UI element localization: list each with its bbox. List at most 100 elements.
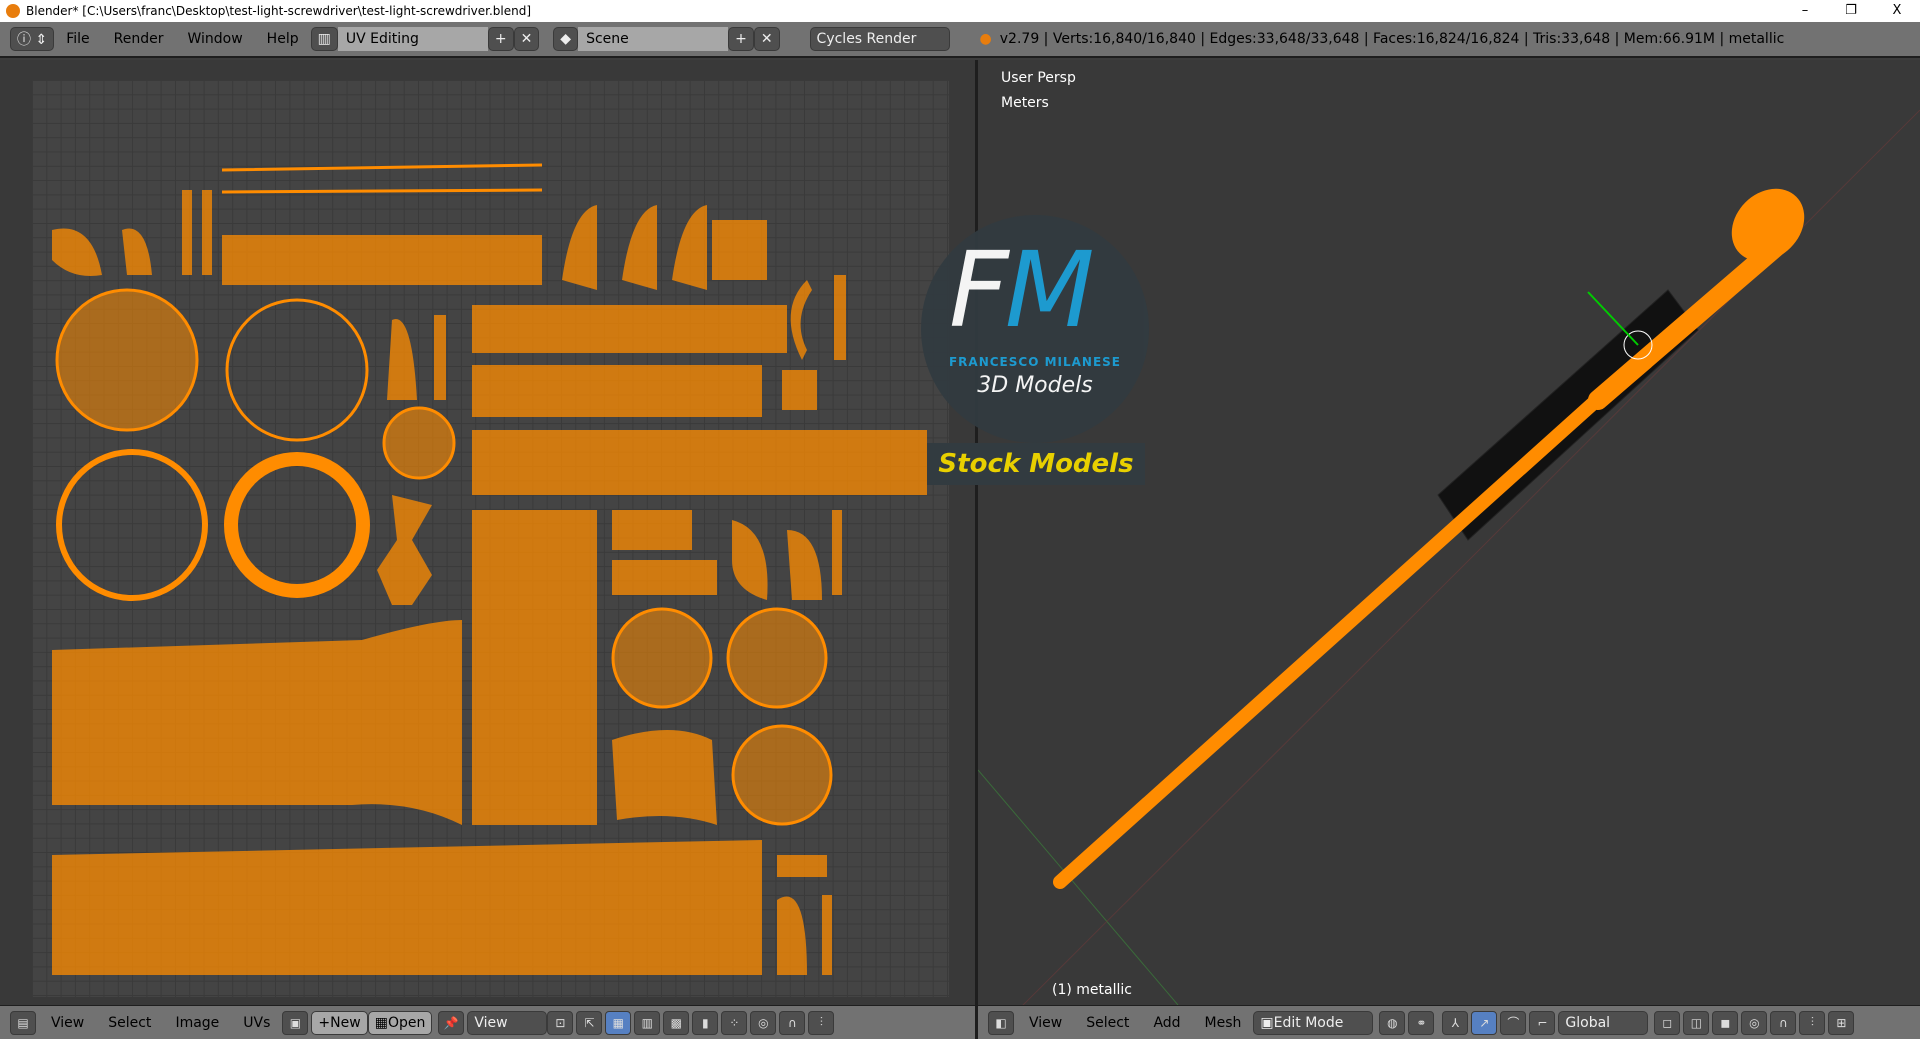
edge-mode-icon[interactable]: ◫ xyxy=(1683,1010,1710,1035)
translate-icon[interactable]: ↗ xyxy=(1471,1010,1498,1035)
window-title: Blender* [C:\Users\franc\Desktop\test-li… xyxy=(26,4,532,18)
uv-island xyxy=(732,520,822,600)
uv-island xyxy=(612,510,692,550)
uv-menu-uvs[interactable]: UVs xyxy=(231,1015,282,1031)
uv-island xyxy=(562,205,707,290)
view3d-menu-add[interactable]: Add xyxy=(1141,1015,1192,1031)
layout-selector[interactable]: UV Editing xyxy=(337,27,488,51)
watermark-stock: Stock Models xyxy=(927,443,1145,485)
uv-islands xyxy=(52,163,927,975)
uv-editor[interactable] xyxy=(0,60,975,1005)
island-select-icon[interactable]: ▮ xyxy=(692,1010,719,1035)
uv-island xyxy=(225,298,369,442)
uv-island xyxy=(472,510,597,825)
uv-island xyxy=(832,510,842,595)
uv-island xyxy=(52,228,152,276)
uv-island xyxy=(222,235,542,285)
snap-target-icon[interactable]: ⫶ xyxy=(1799,1010,1826,1035)
render-engine-select[interactable]: Cycles Render xyxy=(809,27,950,51)
proportional-icon[interactable]: ◎ xyxy=(1741,1010,1768,1035)
layout-icon[interactable]: ▥ xyxy=(310,27,338,51)
uv-island xyxy=(434,315,446,400)
menu-render[interactable]: Render xyxy=(102,31,176,47)
render-engine-label: Cycles Render xyxy=(816,31,917,47)
uv-editor-header: ▤ View Select Image UVs ▣ + New ▦ Open 📌… xyxy=(0,1005,975,1039)
uv-island xyxy=(56,449,208,601)
image-browse-icon[interactable]: ▣ xyxy=(282,1010,309,1035)
menu-window[interactable]: Window xyxy=(175,31,254,47)
3d-view-header: ◧ View Select Add Mesh ▣ Edit Mode ◍ ⚭ ⅄… xyxy=(978,1005,1920,1039)
orientation-select[interactable]: Global xyxy=(1558,1010,1649,1035)
uv-island xyxy=(611,607,713,709)
manipulator-icon[interactable]: ⅄ xyxy=(1442,1010,1469,1035)
uv-island xyxy=(612,560,717,595)
uv-island xyxy=(202,190,212,275)
uv-island xyxy=(224,452,370,598)
uv-island xyxy=(221,163,543,194)
uv-menu-view[interactable]: View xyxy=(39,1015,96,1031)
proportional-edit-icon[interactable]: ◎ xyxy=(750,1010,777,1035)
face-select-icon[interactable]: ▩ xyxy=(663,1010,690,1035)
new-image-button[interactable]: + New xyxy=(311,1010,368,1035)
uv-island xyxy=(612,730,717,825)
mode-select[interactable]: ▣ Edit Mode xyxy=(1253,1010,1374,1035)
uv-island xyxy=(777,896,807,975)
orientation-label: Global xyxy=(1565,1014,1611,1031)
add-scene-button[interactable]: + xyxy=(728,27,754,51)
uv-island xyxy=(377,495,432,605)
vertex-select-icon[interactable]: ▦ xyxy=(605,1010,632,1035)
vertex-mode-icon[interactable]: ◻ xyxy=(1654,1010,1681,1035)
edge-select-icon[interactable]: ▥ xyxy=(634,1010,661,1035)
mode-label: Edit Mode xyxy=(1273,1014,1344,1031)
uv-island xyxy=(790,280,812,360)
pivot-icon[interactable]: ⊡ xyxy=(547,1010,574,1035)
scale-icon[interactable]: ⌐ xyxy=(1529,1010,1556,1035)
viewport-shading-icon[interactable]: ◍ xyxy=(1379,1010,1406,1035)
editor-type-image-button[interactable]: ▤ xyxy=(10,1010,36,1035)
uv-island xyxy=(726,607,828,709)
snap-toggle-icon[interactable]: ∩ xyxy=(1770,1010,1797,1035)
snap-element-icon[interactable]: ⫶ xyxy=(808,1010,835,1035)
uv-island xyxy=(777,855,827,877)
uv-island xyxy=(52,840,762,975)
restore-button[interactable]: ❐ xyxy=(1828,0,1874,22)
editor-type-3d-button[interactable]: ◧ xyxy=(988,1010,1014,1035)
view-mode-label: View xyxy=(474,1014,508,1031)
scene-icon[interactable]: ◆ xyxy=(553,27,579,51)
snap-icon[interactable]: ∩ xyxy=(779,1010,806,1035)
scene-selector[interactable]: Scene xyxy=(578,27,729,51)
uv-menu-image[interactable]: Image xyxy=(163,1015,231,1031)
pivot-point-icon[interactable]: ⚭ xyxy=(1408,1010,1435,1035)
gizmo-y-icon xyxy=(1587,291,1639,346)
new-label: New xyxy=(330,1014,361,1031)
remove-scene-button[interactable]: ✕ xyxy=(753,27,780,51)
render-preview-icon[interactable]: ⊞ xyxy=(1828,1010,1855,1035)
sticky-select-icon[interactable]: ⁘ xyxy=(721,1010,748,1035)
view3d-menu-mesh[interactable]: Mesh xyxy=(1193,1015,1254,1031)
uv-island xyxy=(182,190,192,275)
pin-icon[interactable]: 📌 xyxy=(438,1010,465,1035)
uv-island xyxy=(52,620,462,825)
open-image-button[interactable]: ▦ Open xyxy=(367,1010,433,1035)
face-mode-icon[interactable]: ◼ xyxy=(1712,1010,1739,1035)
rotate-icon[interactable]: ⌒ xyxy=(1500,1010,1527,1035)
uv-island xyxy=(834,275,846,360)
remove-layout-button[interactable]: ✕ xyxy=(513,27,540,51)
uv-image-area[interactable] xyxy=(32,80,949,997)
minimize-button[interactable]: – xyxy=(1782,0,1828,22)
view-mode-select[interactable]: View xyxy=(467,1010,548,1035)
watermark-logo: FM FRANCESCO MILANESE 3D Models xyxy=(921,215,1149,443)
blender-logo-icon xyxy=(6,4,20,18)
view3d-menu-select[interactable]: Select xyxy=(1074,1015,1141,1031)
menu-file[interactable]: File xyxy=(54,31,101,47)
close-button[interactable]: X xyxy=(1874,0,1920,22)
add-layout-button[interactable]: + xyxy=(487,27,514,51)
uv-island xyxy=(382,406,456,480)
editor-type-info-button[interactable]: ⓘ ⇕ xyxy=(10,27,55,51)
sync-selection-icon[interactable]: ⇱ xyxy=(576,1010,603,1035)
uv-island xyxy=(731,724,833,826)
view3d-menu-view[interactable]: View xyxy=(1017,1015,1074,1031)
3d-viewport[interactable]: User Persp Meters (1) metallic xyxy=(978,60,1920,1005)
uv-menu-select[interactable]: Select xyxy=(96,1015,163,1031)
menu-help[interactable]: Help xyxy=(255,31,311,47)
